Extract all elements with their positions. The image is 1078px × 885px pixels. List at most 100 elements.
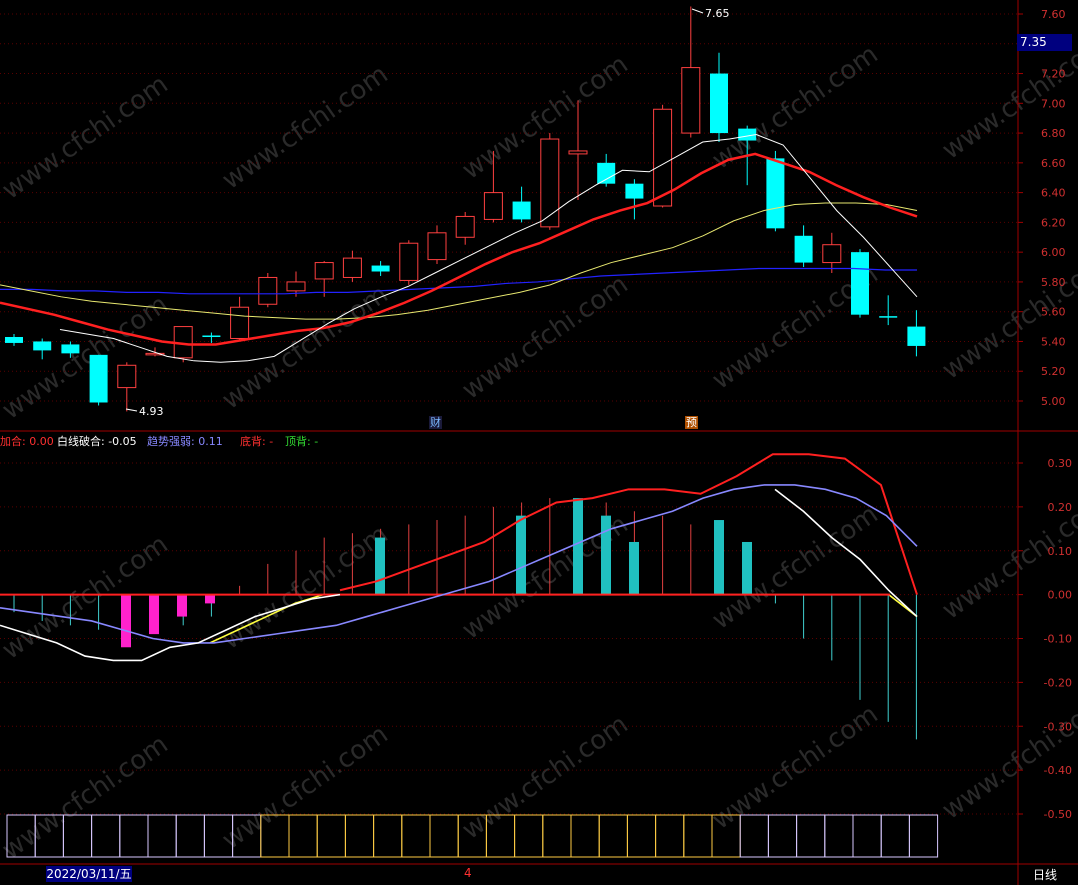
candle-body-17 <box>483 192 503 220</box>
cyan-bar-3 <box>601 515 611 595</box>
indicator-tick-label-3: 0.00 <box>1048 589 1073 602</box>
current-price-badge: 7.35 <box>1017 34 1072 51</box>
cursor-date-label: 2022/03/11/五 <box>46 866 132 882</box>
candle-body-25 <box>710 73 728 134</box>
cyan-bar-1 <box>516 515 526 595</box>
indicator-tick-label-6: -0.30 <box>1044 720 1072 733</box>
period-label[interactable]: 日线 <box>1033 866 1057 883</box>
forecast-marker[interactable]: 预 <box>685 416 698 429</box>
price-tick-label-3: 7.00 <box>1041 97 1066 110</box>
price-tick-label-5: 6.60 <box>1041 157 1066 170</box>
candle-body-9 <box>258 276 278 305</box>
candle-body-20 <box>568 150 588 155</box>
low-annotation-arrow <box>125 408 138 412</box>
magenta-bar-0 <box>121 594 131 648</box>
candle-body-29 <box>822 244 842 264</box>
strip-cell-11 <box>316 814 346 858</box>
legend-bottom-divergence: 底背: - <box>240 435 274 448</box>
candle-body-31 <box>879 316 898 318</box>
strip-cell-14 <box>401 814 431 858</box>
strip-cell-6 <box>175 814 205 858</box>
candle-body-16 <box>455 215 475 238</box>
legend-trend-strength: 趋势强弱: 0.11 <box>147 435 223 448</box>
strip-cell-22 <box>626 814 657 858</box>
indicator-tick-label-7: -0.40 <box>1044 764 1072 777</box>
candle-body-19 <box>540 138 560 228</box>
ma-blue-line <box>0 267 917 295</box>
price-tick-label-7: 6.20 <box>1041 216 1066 229</box>
watermark-7: www.cfchi.com <box>457 269 634 405</box>
cyan-bar-5 <box>714 520 724 595</box>
watermark-16: www.cfchi.com <box>217 719 394 855</box>
strip-cell-19 <box>542 814 572 858</box>
strip-cell-15 <box>429 814 459 858</box>
strip-cell-32 <box>908 814 939 858</box>
legend-top-divergence: 顶背: - <box>285 435 319 448</box>
candle-body-12 <box>342 257 362 278</box>
price-tick-label-0: 7.60 <box>1041 8 1066 21</box>
indicator-tick-label-8: -0.50 <box>1044 808 1072 821</box>
finance-marker[interactable]: 财 <box>429 416 442 429</box>
candle-body-22 <box>625 183 644 199</box>
candle-body-0 <box>5 336 23 343</box>
candle-body-13 <box>371 265 390 272</box>
candle-body-8 <box>230 306 250 339</box>
strip-cell-23 <box>655 814 685 858</box>
strip-cell-18 <box>514 814 544 858</box>
price-tick-label-11: 5.40 <box>1041 335 1066 348</box>
candle-body-24 <box>681 67 701 134</box>
indicator-tick-label-4: -0.10 <box>1044 633 1072 646</box>
price-tick-label-13: 5.00 <box>1041 395 1066 408</box>
strip-cell-31 <box>880 814 910 858</box>
low-annotation: 4.93 <box>139 405 164 418</box>
magenta-bar-3 <box>205 594 215 604</box>
watermark-19: www.cfchi.com <box>937 689 1078 825</box>
indicator-tick-label-2: 0.10 <box>1048 545 1073 558</box>
watermark-1: www.cfchi.com <box>217 59 394 195</box>
candle-body-3 <box>89 354 108 403</box>
watermark-13: www.cfchi.com <box>707 499 884 635</box>
watermark-17: www.cfchi.com <box>457 709 634 845</box>
candle-body-27 <box>766 158 785 229</box>
cyan-bar-6 <box>742 541 752 595</box>
indicator-tick-label-5: -0.20 <box>1044 676 1072 689</box>
watermark-0: www.cfchi.com <box>0 69 174 205</box>
magenta-bar-2 <box>177 594 187 617</box>
watermark-6: www.cfchi.com <box>217 279 394 415</box>
price-tick-label-6: 6.40 <box>1041 187 1066 200</box>
strip-cell-4 <box>119 814 149 858</box>
candle-body-2 <box>61 344 80 354</box>
strip-cell-29 <box>824 814 854 858</box>
candle-body-30 <box>851 252 869 315</box>
price-tick-label-2: 7.20 <box>1041 68 1066 81</box>
candle-body-28 <box>794 235 813 263</box>
watermark-10: www.cfchi.com <box>0 529 174 665</box>
price-tick-label-10: 5.60 <box>1041 306 1066 319</box>
indicator-tick-label-1: 0.20 <box>1048 501 1073 514</box>
candle-body-14 <box>399 242 419 281</box>
strip-cell-5 <box>147 814 177 858</box>
candle-body-4 <box>117 364 137 389</box>
strip-cell-30 <box>852 814 882 858</box>
magenta-bar-1 <box>149 594 159 635</box>
price-tick-label-4: 6.80 <box>1041 127 1066 140</box>
candle-body-7 <box>202 335 221 338</box>
candle-body-1 <box>33 341 52 351</box>
candle-body-15 <box>427 232 447 261</box>
high-annotation: 7.65 <box>705 7 730 20</box>
high-annotation-arrow <box>691 8 704 14</box>
cyan-bar-0 <box>375 537 385 595</box>
strip-cell-13 <box>373 814 403 858</box>
strip-cell-27 <box>767 814 798 858</box>
legend-white-line: 白线破合: -0.05 <box>57 435 137 448</box>
candle-body-10 <box>286 281 306 292</box>
strip-cell-24 <box>683 814 713 858</box>
indicator-tick-label-0: 0.30 <box>1048 457 1073 470</box>
strip-cell-20 <box>570 814 600 858</box>
strip-cell-12 <box>344 814 375 858</box>
strip-cell-10 <box>288 814 318 858</box>
candle-body-32 <box>907 326 926 346</box>
strip-cell-3 <box>91 814 121 858</box>
price-tick-label-9: 5.80 <box>1041 276 1066 289</box>
candle-body-21 <box>597 162 616 184</box>
